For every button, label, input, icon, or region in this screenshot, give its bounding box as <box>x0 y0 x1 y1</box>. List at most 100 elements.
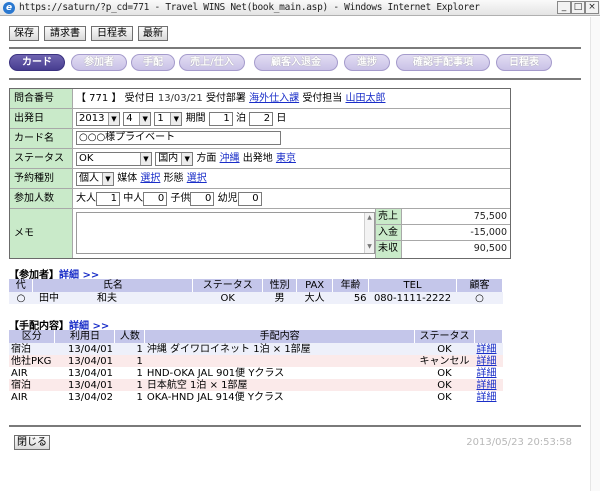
col-tel: TEL <box>368 279 458 292</box>
participant-status: OK <box>192 292 263 304</box>
arr-count: 1 <box>114 379 145 391</box>
tab-participants[interactable]: 参加者 <box>71 54 127 71</box>
infant-input[interactable]: 0 <box>237 191 262 206</box>
chevron-down-icon: ▼ <box>140 152 151 165</box>
itinerary-button[interactable]: 日程表 <box>91 26 133 41</box>
inquiry-row: 問合番号 【 771 】 受付日 13/03/21 受付部署 海外仕入課 受付担… <box>10 89 510 109</box>
days-unit: 日 <box>276 113 287 124</box>
arr-content: OKA-HND JAL 914便 Yクラス <box>144 391 415 403</box>
media-select-link[interactable]: 選択 <box>140 173 160 184</box>
arr-content: 沖縄 ダイワロイネット 1泊 × 1部屋 <box>144 343 415 355</box>
days-input[interactable]: 2 <box>249 111 274 126</box>
window-title: https://saturn/?p_cd=771 - Travel WINS N… <box>19 2 480 13</box>
page-body: 保存 請求書 日程表 最新 カード 参加者 手配 売上/仕入 顧客入退金 進捗 … <box>0 17 600 491</box>
period-label: 期間 <box>185 113 206 124</box>
arr-count: 1 <box>114 343 145 355</box>
participants-label: 参加人数 <box>10 189 73 208</box>
arr-detail-link[interactable]: 詳細 <box>476 392 496 403</box>
tab-customer-payments[interactable]: 顧客入退金 <box>254 54 338 71</box>
received-date: 13/03/21 <box>157 93 203 104</box>
tab-arrangements[interactable]: 手配 <box>131 54 175 71</box>
status-row: ステータス OK ▼ 国内 ▼ 方面 沖縄 出発地 東京 <box>10 149 510 169</box>
kid-label: 子供 <box>170 193 191 204</box>
arr-count: 1 <box>114 391 145 403</box>
arr-status: OK <box>414 343 475 355</box>
arr-date: 13/04/01 <box>54 367 115 379</box>
origin-label: 出発地 <box>242 153 273 164</box>
chevron-down-icon: ▼ <box>139 112 151 125</box>
tab-progress[interactable]: 進捗 <box>344 54 390 71</box>
nights-unit: 泊 <box>235 113 246 124</box>
child-input[interactable]: 0 <box>143 191 168 206</box>
participant-gender: 男 <box>262 292 297 304</box>
col-pax: PAX <box>296 279 334 292</box>
kid-input[interactable]: 0 <box>190 191 215 206</box>
adult-input[interactable]: 1 <box>96 191 120 206</box>
chevron-down-icon: ▼ <box>102 172 113 185</box>
col-content: 手配内容 <box>144 330 415 343</box>
dep-day-select[interactable]: 1 ▼ <box>154 111 183 126</box>
status-select[interactable]: OK ▼ <box>76 151 152 166</box>
table-row: AIR 13/04/02 1 OKA-HND JAL 914便 Yクラス OK … <box>9 391 503 403</box>
card-name-input[interactable]: ○○○様プライベート <box>76 131 281 145</box>
arr-detail-link[interactable]: 詳細 <box>476 356 496 367</box>
maximize-button[interactable]: □ <box>571 1 585 14</box>
tab-confirm-items[interactable]: 確認手配事項 <box>396 54 490 71</box>
arr-detail-link[interactable]: 詳細 <box>476 368 496 379</box>
arr-detail-link[interactable]: 詳細 <box>476 380 496 391</box>
sales-value: 75,500 <box>473 211 507 222</box>
arr-status: OK <box>414 391 475 403</box>
col-date: 利用日 <box>54 330 116 343</box>
tab-itinerary[interactable]: 日程表 <box>496 54 552 71</box>
table-row: AIR 13/04/01 1 HND-OKA JAL 901便 Yクラス OK … <box>9 367 503 379</box>
child-label: 中人 <box>123 193 144 204</box>
save-button[interactable]: 保存 <box>9 26 39 41</box>
memo-scrollbar[interactable]: ▲ ▼ <box>364 213 374 253</box>
media-label: 媒体 <box>117 173 138 184</box>
close-window-button[interactable]: × <box>585 1 599 14</box>
arrangements-table: 区分 利用日 人数 手配内容 ステータス 宿泊 13/04/01 1 沖縄 ダイ… <box>9 330 504 403</box>
chevron-down-icon: ▼ <box>181 152 193 165</box>
nights-input[interactable]: 1 <box>208 111 233 126</box>
deposit-value: -15,000 <box>470 227 507 238</box>
table-row[interactable]: ○ 田中 和夫 OK 男 大人 56 080-1111-2222 ○ <box>9 292 503 304</box>
col-count: 人数 <box>114 330 146 343</box>
memo-label: メモ <box>10 209 73 258</box>
card-form: 問合番号 【 771 】 受付日 13/03/21 受付部署 海外仕入課 受付担… <box>9 88 511 259</box>
arr-content <box>144 355 415 367</box>
customer-mark: ○ <box>456 292 503 304</box>
arr-status: OK <box>414 367 475 379</box>
arr-content: HND-OKA JAL 901便 Yクラス <box>144 367 415 379</box>
dep-year-select[interactable]: 2013 ▼ <box>76 111 120 126</box>
window-scrollbar[interactable] <box>590 17 600 491</box>
chevron-down-icon: ▼ <box>170 112 182 125</box>
region-select[interactable]: 国内 ▼ <box>155 151 194 166</box>
tab-card[interactable]: カード <box>9 54 65 71</box>
participant-name: 田中 和夫 <box>32 292 193 304</box>
participant-pax: 大人 <box>296 292 333 304</box>
arrangements-header-row: 区分 利用日 人数 手配内容 ステータス <box>9 330 504 343</box>
deposit-row: 入金 -15,000 <box>375 225 510 241</box>
origin-link[interactable]: 東京 <box>276 153 296 164</box>
direction-link[interactable]: 沖縄 <box>220 153 240 164</box>
minimize-button[interactable]: _ <box>557 1 571 14</box>
arr-detail-link[interactable]: 詳細 <box>476 344 496 355</box>
departure-label: 出発日 <box>10 109 73 128</box>
arr-count: 1 <box>114 355 145 367</box>
table-row: 宿泊 13/04/01 1 沖縄 ダイワロイネット 1泊 × 1部屋 OK 詳細 <box>9 343 503 355</box>
tab-sales-purchases[interactable]: 売上/仕入 <box>179 54 245 71</box>
invoice-button[interactable]: 請求書 <box>44 26 86 41</box>
staff-link[interactable]: 山田太郎 <box>346 93 386 104</box>
infant-label: 幼児 <box>217 193 238 204</box>
arr-date: 13/04/01 <box>54 343 115 355</box>
close-button[interactable]: 閉じる <box>14 435 50 450</box>
booking-type-select[interactable]: 個人 ▼ <box>76 171 114 186</box>
dep-month-select[interactable]: 4 ▼ <box>123 111 152 126</box>
money-summary: 売上 75,500 入金 -15,000 未収 90,500 <box>375 209 510 258</box>
latest-button[interactable]: 最新 <box>138 26 168 41</box>
dept-link[interactable]: 海外仕入課 <box>249 93 299 104</box>
memo-textarea[interactable]: ▲ ▼ <box>76 212 375 254</box>
card-name-row: カード名 ○○○様プライベート <box>10 129 510 149</box>
form-select-link[interactable]: 選択 <box>187 173 207 184</box>
participant-tel: 080-1111-2222 <box>368 292 457 304</box>
